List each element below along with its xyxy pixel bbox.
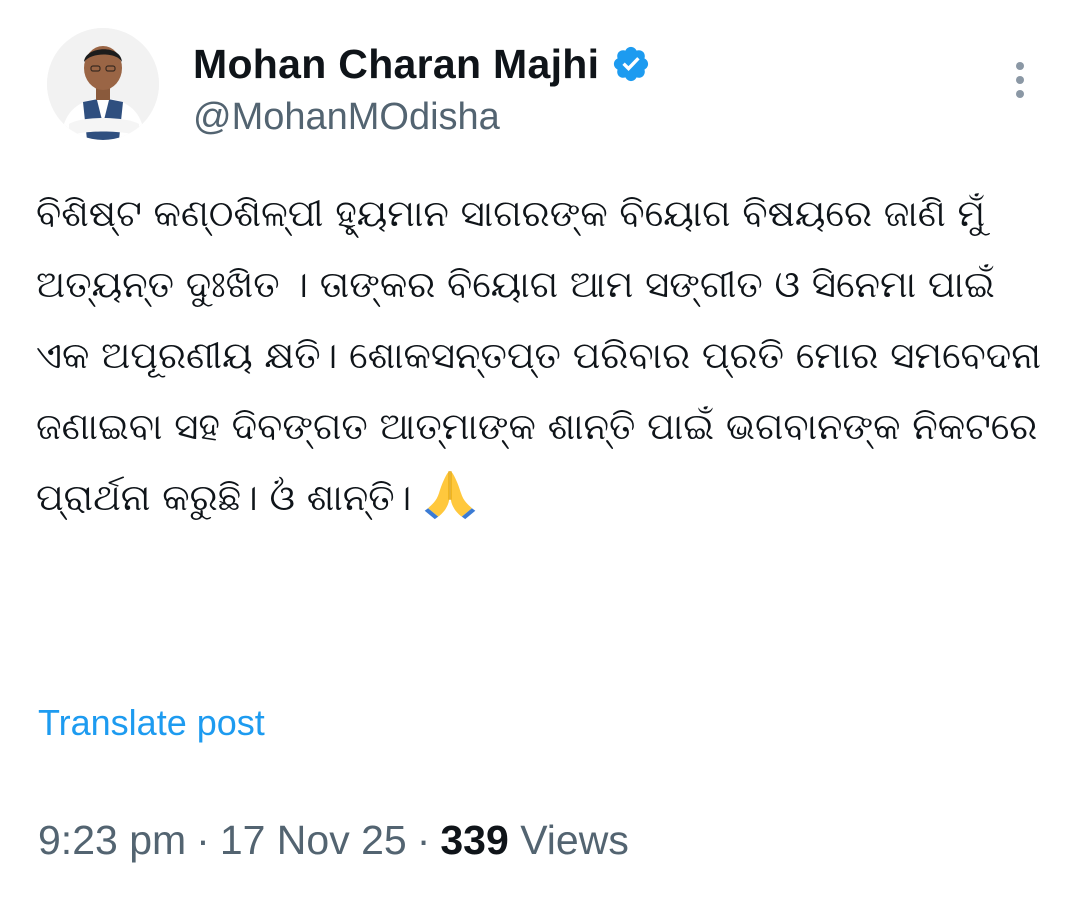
author-display-name[interactable]: Mohan Charan Majhi	[193, 41, 599, 88]
author-avatar[interactable]	[47, 28, 159, 140]
views-label[interactable]: Views	[520, 817, 629, 863]
post-date[interactable]: 17 Nov 25	[220, 817, 407, 863]
verified-badge-icon	[614, 46, 649, 82]
meta-separator: ·	[196, 817, 210, 863]
more-options-icon[interactable]	[1008, 58, 1032, 102]
meta-separator: ·	[416, 817, 431, 863]
post-meta: 9:23 pm · 17 Nov 25 · 339 Views	[38, 817, 629, 864]
post-text-content: ବିଶିଷ୍ଟ କଣ୍ଠଶିଳ୍ପୀ ହ୍ୟୁମାନ ସାଗରଙ୍କ ବିୟୋଗ…	[36, 192, 1053, 519]
post-time[interactable]: 9:23 pm	[38, 817, 186, 863]
post-text: ବିଶିଷ୍ଟ କଣ୍ଠଶିଳ୍ପୀ ହ୍ୟୁମାନ ସାଗରଙ୍କ ବିୟୋଗ…	[36, 178, 1046, 533]
author-name-row[interactable]: Mohan Charan Majhi	[193, 36, 651, 92]
translate-post-link[interactable]: Translate post	[38, 702, 265, 744]
author-handle[interactable]: @MohanMOdisha	[193, 96, 500, 139]
folded-hands-icon	[424, 471, 476, 520]
avatar-image	[47, 28, 159, 140]
views-count[interactable]: 339	[440, 817, 508, 863]
